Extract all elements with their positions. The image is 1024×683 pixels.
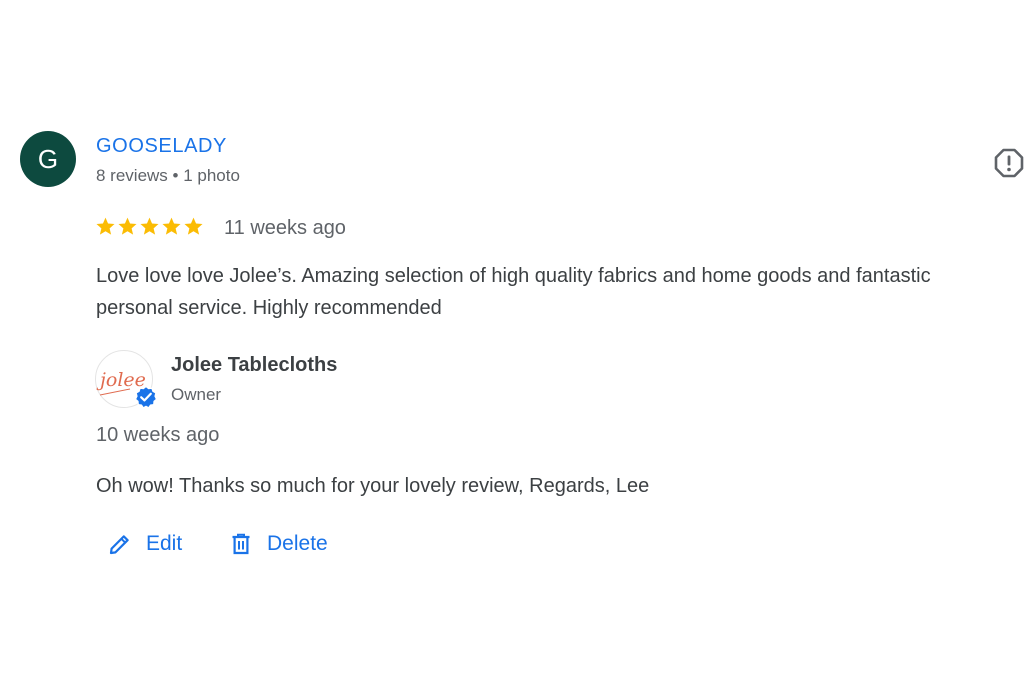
reply-text: Oh wow! Thanks so much for your lovely r… bbox=[96, 475, 650, 497]
review-text: Love love love Jolee’s. Amazing selectio… bbox=[96, 265, 931, 319]
star-icon bbox=[162, 217, 181, 235]
trash-icon bbox=[232, 533, 250, 555]
reviewer-initial: G bbox=[37, 143, 59, 174]
review-card: G GOOSELADY 8 reviews • 1 photo 11 weeks… bbox=[0, 0, 1024, 683]
star-icon bbox=[118, 217, 137, 235]
review-date: 11 weeks ago bbox=[224, 217, 346, 239]
owner-role: Owner bbox=[171, 385, 222, 404]
reply-date: 10 weeks ago bbox=[96, 424, 220, 446]
verified-badge-icon bbox=[134, 385, 158, 409]
edit-label: Edit bbox=[146, 532, 183, 555]
report-icon[interactable] bbox=[994, 148, 1024, 178]
star-icon bbox=[96, 217, 115, 235]
star-rating bbox=[95, 216, 204, 237]
reviewer-meta: 8 reviews • 1 photo bbox=[96, 166, 240, 185]
star-icon bbox=[140, 217, 159, 235]
edit-button[interactable]: Edit bbox=[108, 528, 182, 560]
reviewer-avatar[interactable]: G bbox=[20, 131, 76, 187]
reviewer-name[interactable]: GOOSELADY bbox=[96, 135, 227, 158]
owner-name: Jolee Tablecloths bbox=[171, 354, 338, 376]
star-icon bbox=[184, 217, 203, 235]
pencil-icon bbox=[109, 535, 129, 555]
delete-label: Delete bbox=[267, 532, 328, 555]
delete-button[interactable]: Delete bbox=[229, 528, 328, 560]
